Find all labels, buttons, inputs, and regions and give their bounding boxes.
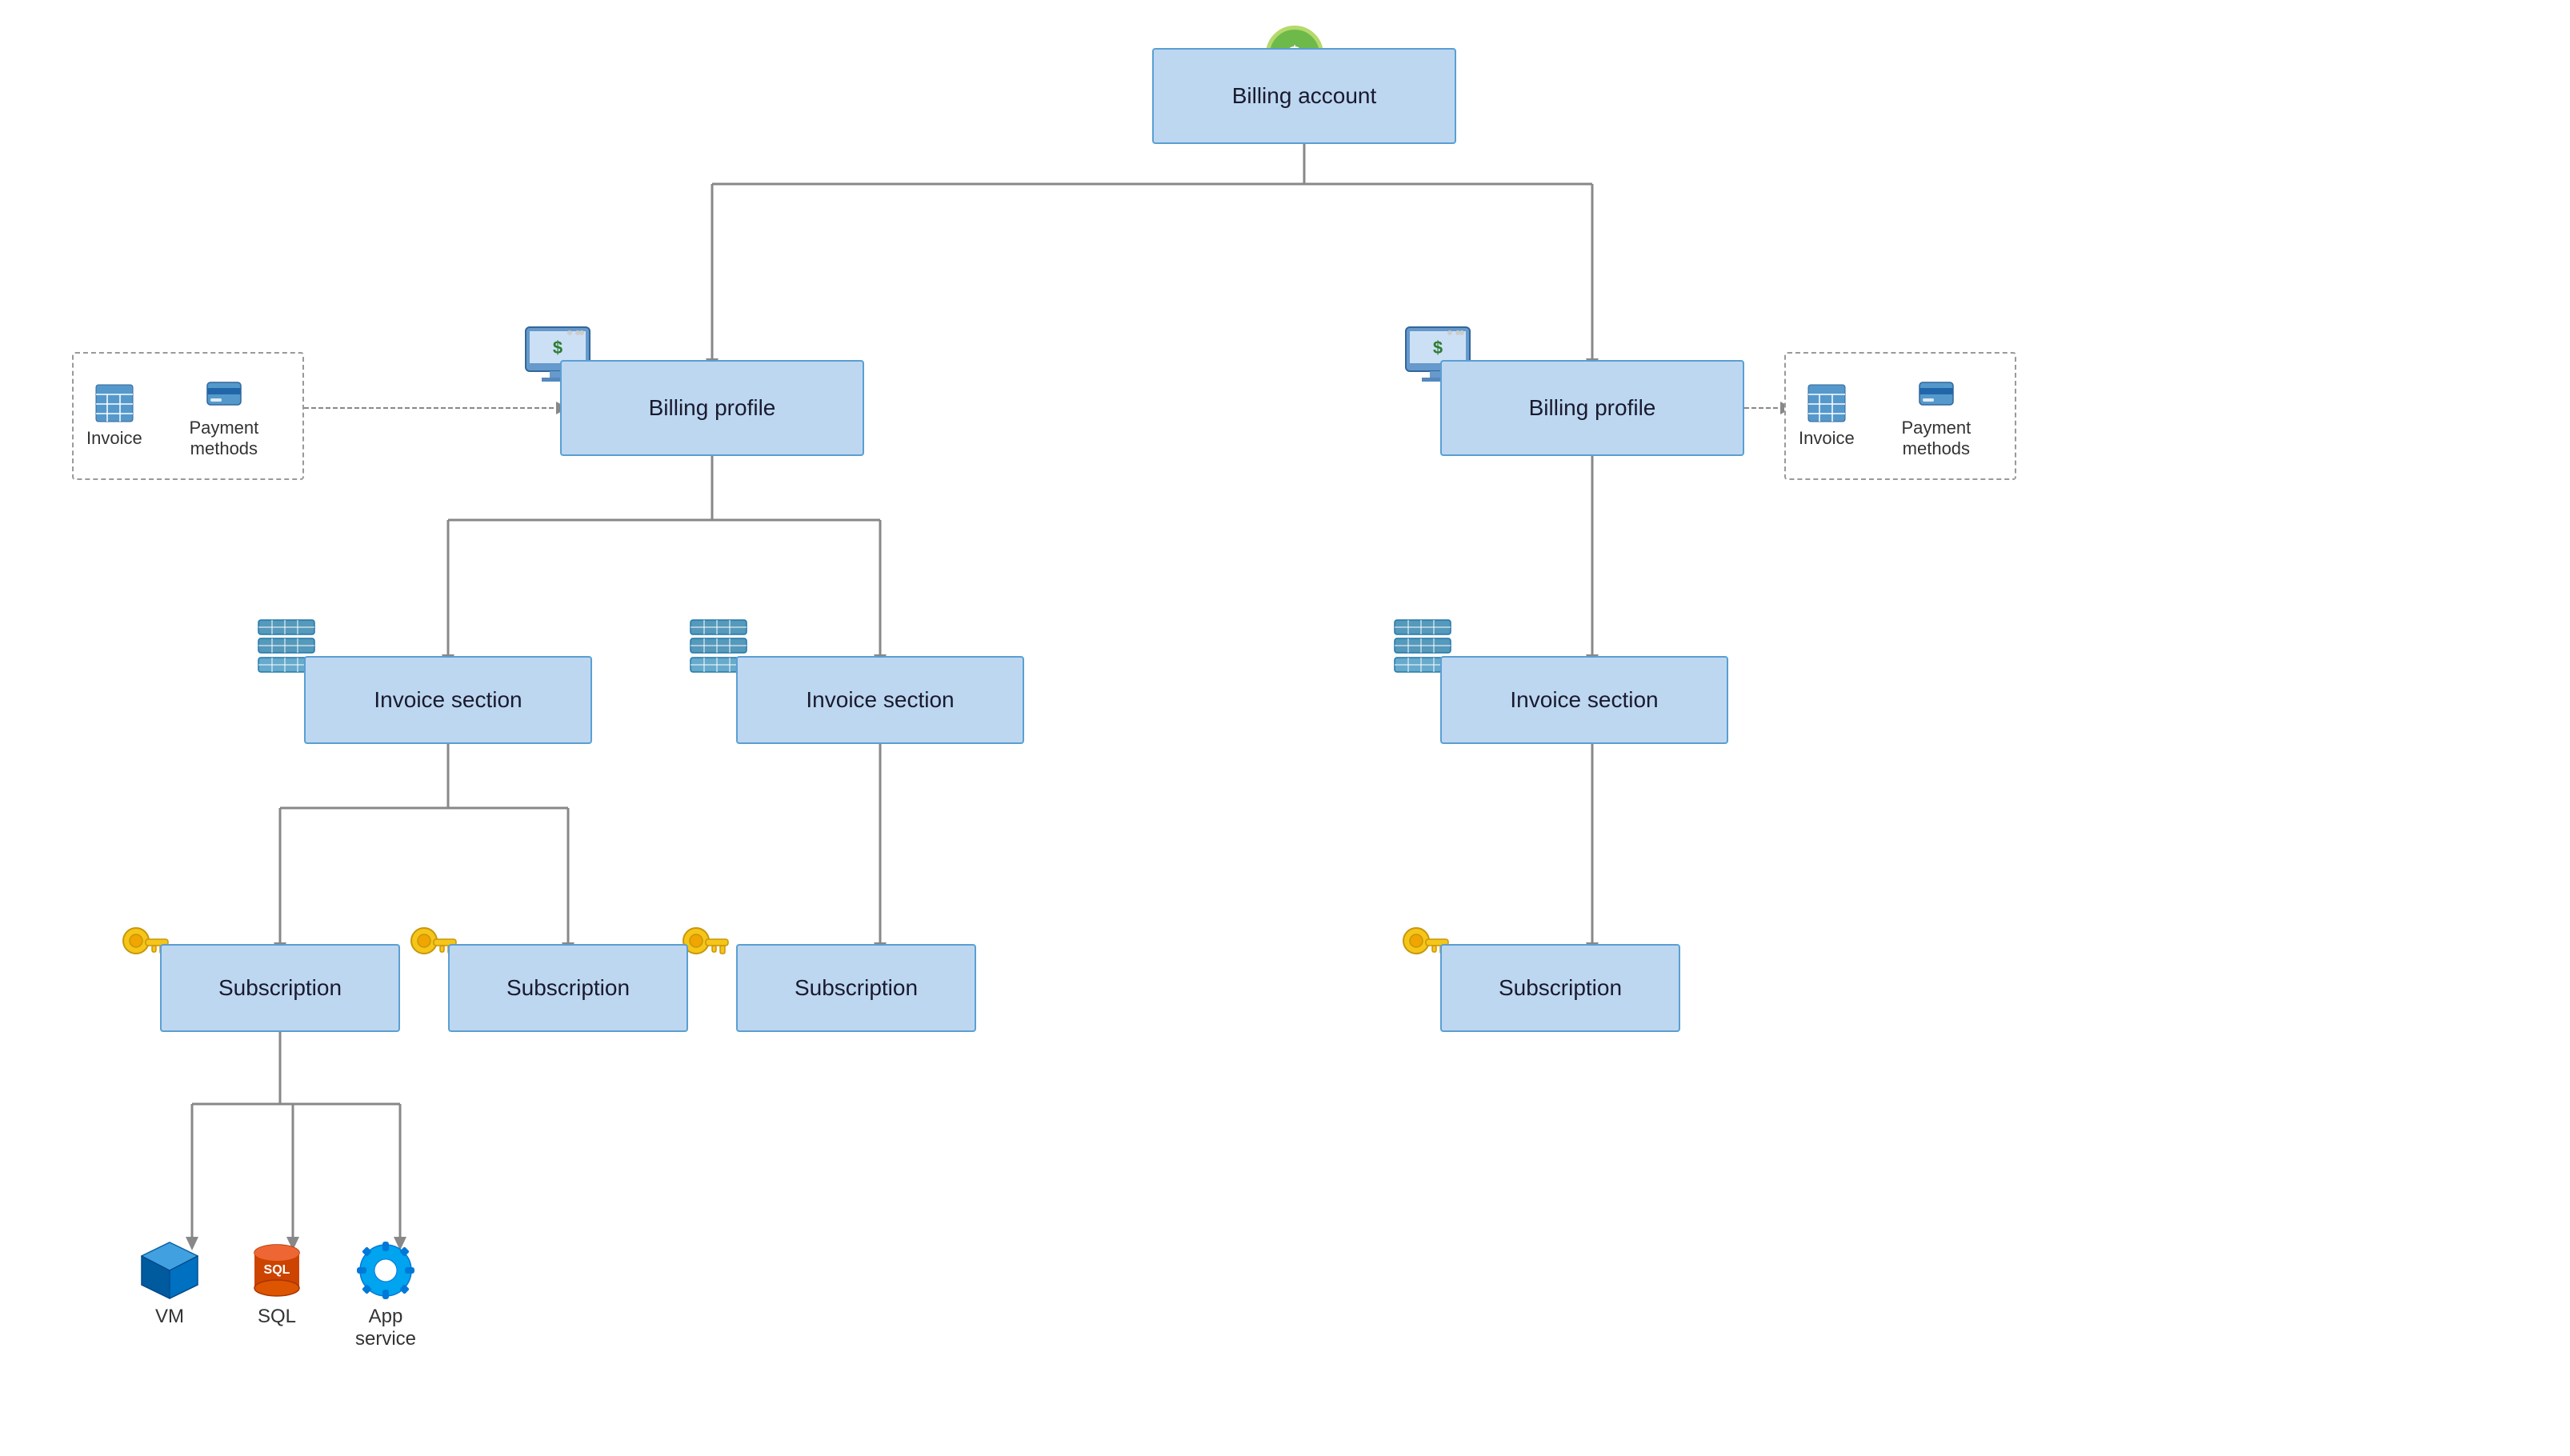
subscription-3-label: Subscription	[795, 975, 918, 1001]
payment-item-right: Payment methods	[1871, 373, 2002, 459]
svg-text:$: $	[1433, 338, 1443, 358]
billing-profile-right-label: Billing profile	[1529, 395, 1656, 421]
invoice-item-left: Invoice	[86, 383, 142, 449]
invoice-section-1-label: Invoice section	[374, 687, 522, 713]
subscription-4-label: Subscription	[1499, 975, 1622, 1001]
sql-label: SQL	[258, 1306, 296, 1328]
vm-icon-container: VM	[138, 1238, 202, 1328]
subscription-1-node: Subscription	[160, 944, 400, 1032]
invoice-section-1-node: Invoice section	[304, 656, 592, 744]
svg-text:$: $	[553, 338, 562, 358]
svg-text:SQL: SQL	[264, 1263, 290, 1277]
payment-item-left: Payment methods	[158, 373, 290, 459]
invoice-label-left: Invoice	[86, 428, 142, 449]
payment-label-right: Payment methods	[1871, 418, 2002, 459]
billing-profile-right-node: Billing profile	[1440, 360, 1744, 456]
app-service-icon-container: Appservice	[354, 1238, 418, 1350]
billing-profile-left-label: Billing profile	[649, 395, 776, 421]
subscription-3-node: Subscription	[736, 944, 976, 1032]
invoice-section-3-node: Invoice section	[1440, 656, 1728, 744]
dashed-box-right: Invoice Payment methods	[1784, 352, 2016, 480]
subscription-1-label: Subscription	[218, 975, 342, 1001]
billing-account-node: Billing account	[1152, 48, 1456, 144]
invoice-label-right: Invoice	[1799, 428, 1855, 449]
diagram-container: $ Billing account $ Billing profile	[0, 0, 2570, 1456]
invoice-section-3-label: Invoice section	[1510, 687, 1658, 713]
subscription-4-node: Subscription	[1440, 944, 1680, 1032]
invoice-section-2-label: Invoice section	[806, 687, 954, 713]
vm-label: VM	[155, 1306, 184, 1328]
sql-icon-container: SQL SQL	[245, 1238, 309, 1328]
payment-label-left: Payment methods	[158, 418, 290, 459]
subscription-2-node: Subscription	[448, 944, 688, 1032]
invoice-item-right: Invoice	[1799, 383, 1855, 449]
billing-profile-left-node: Billing profile	[560, 360, 864, 456]
invoice-section-2-node: Invoice section	[736, 656, 1024, 744]
dashed-box-left: Invoice Payment methods	[72, 352, 304, 480]
subscription-2-label: Subscription	[506, 975, 630, 1001]
billing-account-label: Billing account	[1232, 83, 1377, 109]
app-service-label: Appservice	[355, 1306, 416, 1350]
